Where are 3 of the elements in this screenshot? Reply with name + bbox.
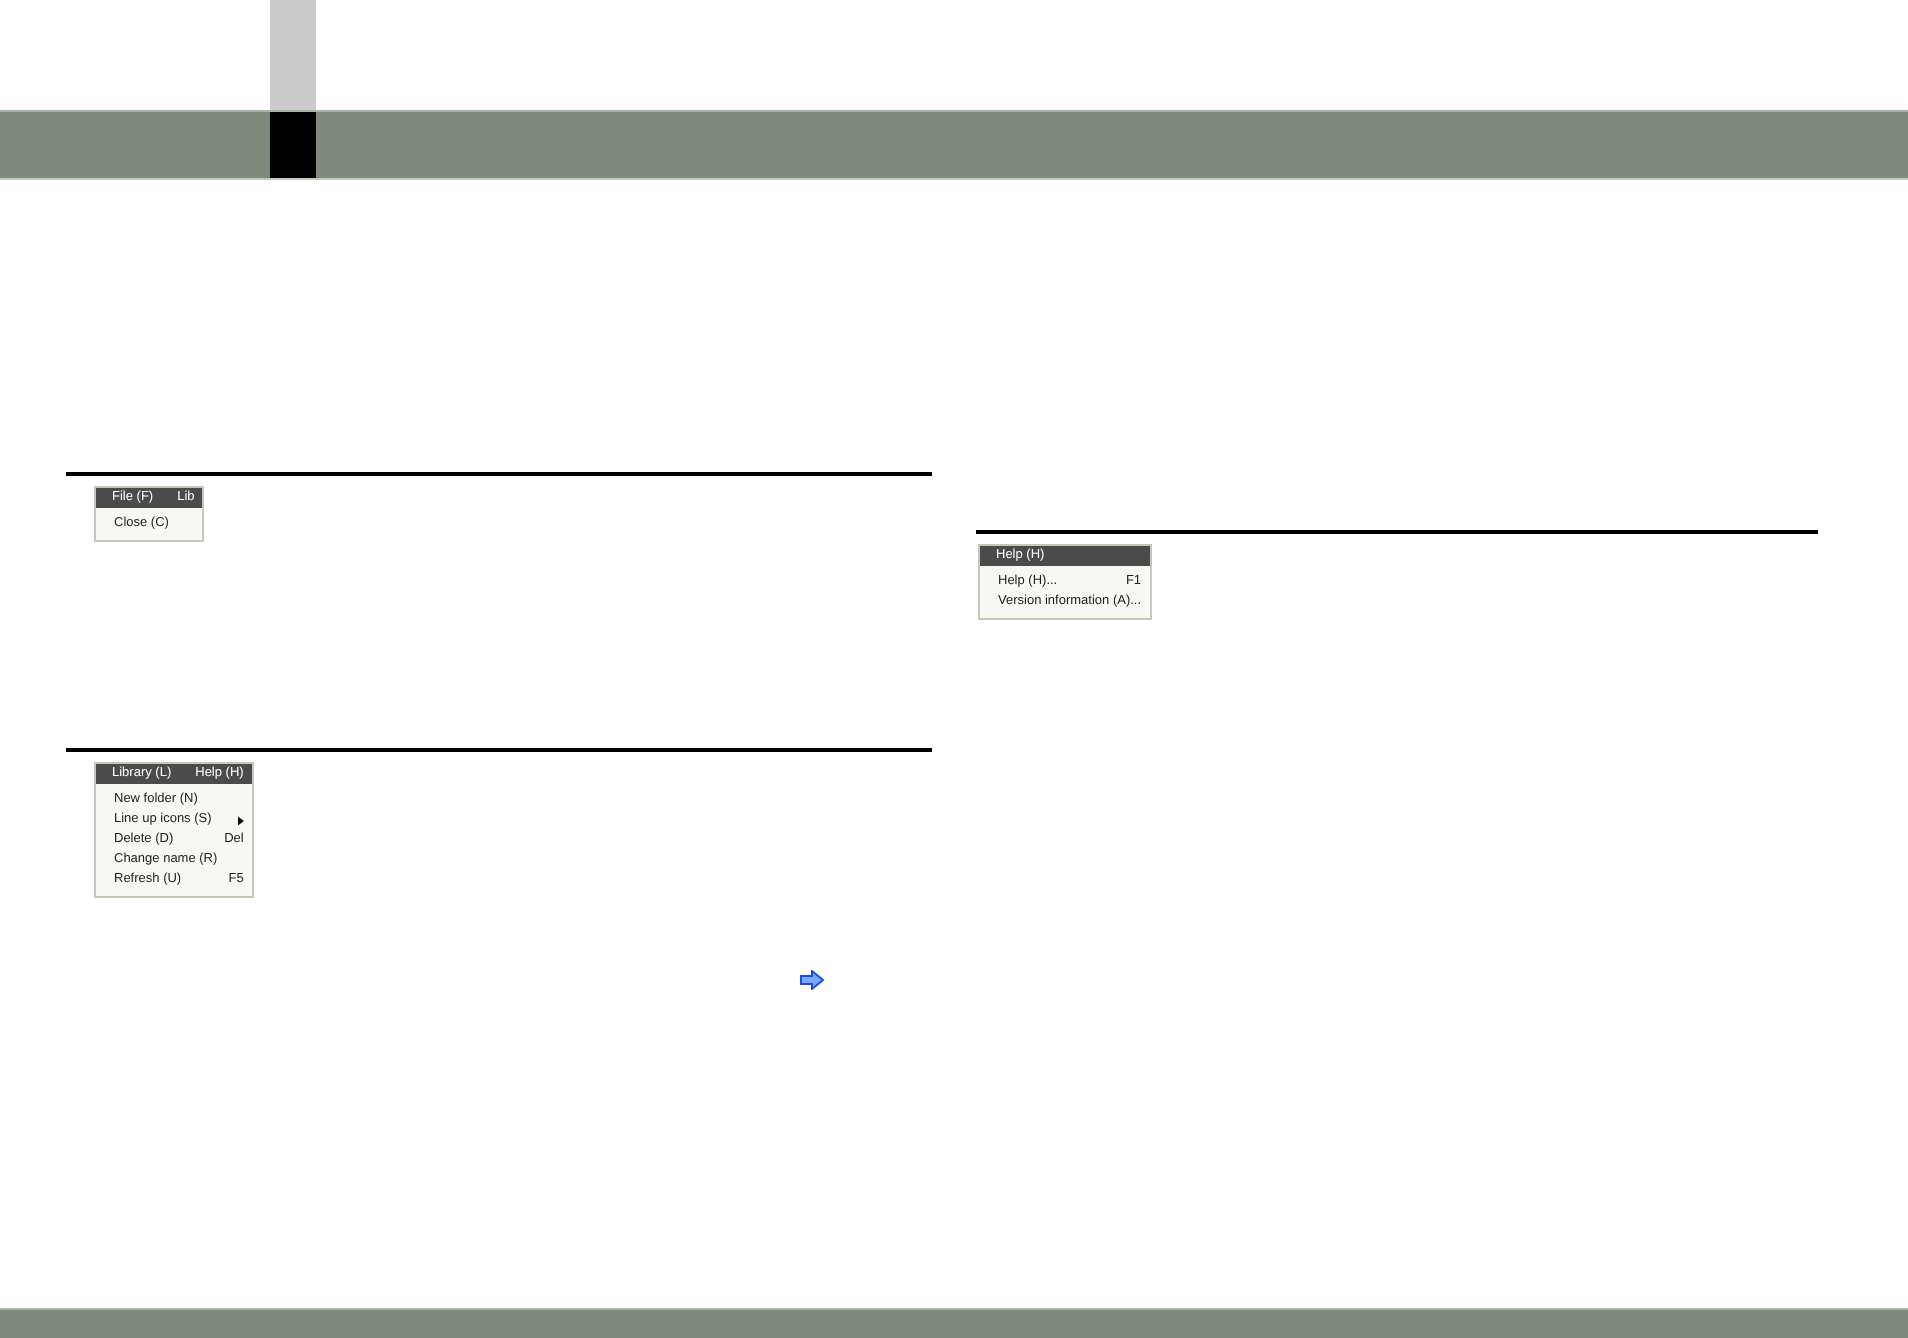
page-marker — [270, 112, 316, 178]
arrow-right-icon — [800, 970, 824, 990]
header-accent-strip — [270, 0, 316, 110]
